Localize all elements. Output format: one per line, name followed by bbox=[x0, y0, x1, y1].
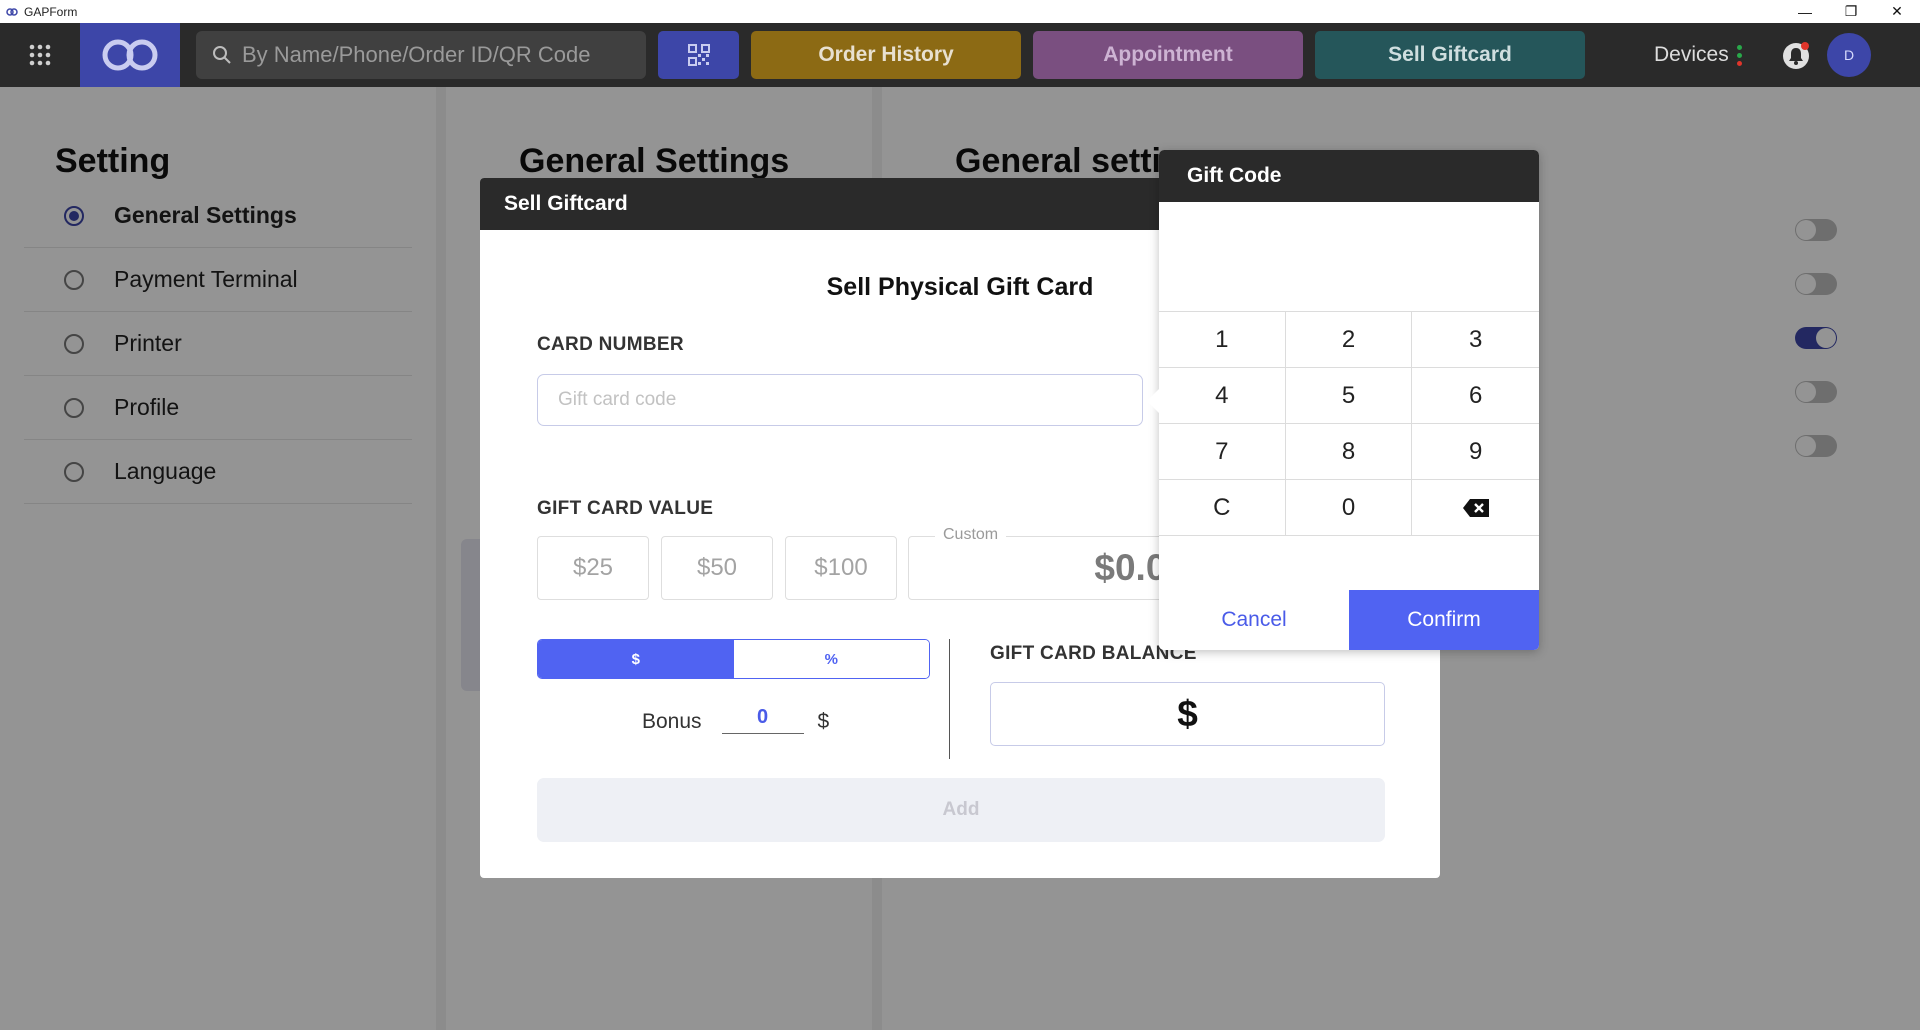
bonus-label: Bonus bbox=[642, 710, 702, 733]
qr-code-icon bbox=[687, 44, 710, 66]
key-2[interactable]: 2 bbox=[1285, 312, 1413, 368]
order-history-button[interactable]: Order History bbox=[751, 31, 1021, 79]
apps-menu-button[interactable] bbox=[22, 40, 58, 70]
maximize-button[interactable]: ❐ bbox=[1828, 0, 1874, 23]
top-navbar: Order History Appointment Sell Giftcard … bbox=[0, 23, 1920, 87]
keypad-keys: 1 2 3 4 5 6 7 8 9 C 0 bbox=[1159, 312, 1539, 536]
bonus-unit: $ bbox=[817, 710, 830, 733]
bonus-type-toggle: $ % bbox=[537, 639, 930, 679]
bonus-type-percent[interactable]: % bbox=[733, 640, 929, 678]
key-6[interactable]: 6 bbox=[1412, 368, 1539, 424]
user-avatar[interactable]: D bbox=[1827, 33, 1871, 77]
key-4[interactable]: 4 bbox=[1159, 368, 1286, 424]
appointment-button[interactable]: Appointment bbox=[1033, 31, 1303, 79]
notification-badge bbox=[1801, 42, 1809, 50]
key-backspace[interactable] bbox=[1412, 480, 1539, 536]
card-number-input[interactable] bbox=[537, 374, 1143, 426]
keypad-confirm-button[interactable]: Confirm bbox=[1349, 590, 1539, 650]
gift-card-value-label: GIFT CARD VALUE bbox=[537, 498, 714, 519]
preset-50-button[interactable]: $50 bbox=[661, 536, 773, 600]
gift-card-balance-field: $ bbox=[990, 682, 1385, 746]
grid-icon bbox=[29, 44, 51, 66]
bonus-input[interactable]: 0 bbox=[721, 706, 804, 734]
keypad-title: Gift Code bbox=[1159, 150, 1539, 202]
close-window-button[interactable]: ✕ bbox=[1874, 0, 1920, 23]
add-button[interactable]: Add bbox=[537, 778, 1385, 842]
gift-code-keypad: Gift Code 1 2 3 4 5 6 7 8 9 C 0 Cancel C… bbox=[1147, 150, 1539, 650]
preset-25-button[interactable]: $25 bbox=[537, 536, 649, 600]
popover-arrow bbox=[1147, 389, 1159, 413]
key-clear[interactable]: C bbox=[1159, 480, 1286, 536]
divider bbox=[949, 639, 950, 759]
search-bar[interactable] bbox=[196, 31, 646, 79]
window-title: GAPForm bbox=[24, 4, 78, 19]
key-5[interactable]: 5 bbox=[1285, 368, 1413, 424]
search-input[interactable] bbox=[242, 42, 622, 68]
key-9[interactable]: 9 bbox=[1412, 424, 1539, 480]
card-number-label: CARD NUMBER bbox=[537, 334, 684, 355]
devices-button[interactable]: Devices bbox=[1654, 43, 1742, 67]
key-7[interactable]: 7 bbox=[1159, 424, 1286, 480]
custom-label: Custom bbox=[935, 526, 1007, 544]
keypad-display bbox=[1159, 202, 1539, 312]
keypad-cancel-button[interactable]: Cancel bbox=[1159, 590, 1349, 650]
keypad-actions: Cancel Confirm bbox=[1159, 590, 1539, 650]
bonus-type-dollar[interactable]: $ bbox=[538, 640, 734, 678]
sell-giftcard-button[interactable]: Sell Giftcard bbox=[1315, 31, 1585, 79]
notifications-button[interactable] bbox=[1780, 40, 1812, 72]
devices-label: Devices bbox=[1654, 43, 1729, 66]
window-titlebar: GAPForm — ❐ ✕ bbox=[0, 0, 1920, 23]
bonus-row: Bonus 0 $ bbox=[642, 706, 829, 734]
key-0[interactable]: 0 bbox=[1285, 480, 1413, 536]
minimize-button[interactable]: — bbox=[1782, 0, 1828, 23]
app-logo-icon bbox=[5, 5, 19, 19]
key-3[interactable]: 3 bbox=[1412, 312, 1539, 368]
search-icon bbox=[213, 46, 231, 64]
backspace-icon bbox=[1462, 498, 1489, 517]
link-logo-icon bbox=[102, 39, 158, 71]
brand-logo[interactable] bbox=[80, 23, 180, 87]
preset-100-button[interactable]: $100 bbox=[785, 536, 897, 600]
device-status-icon bbox=[1736, 44, 1742, 66]
qr-scan-button[interactable] bbox=[658, 31, 739, 79]
key-1[interactable]: 1 bbox=[1159, 312, 1286, 368]
key-8[interactable]: 8 bbox=[1285, 424, 1413, 480]
